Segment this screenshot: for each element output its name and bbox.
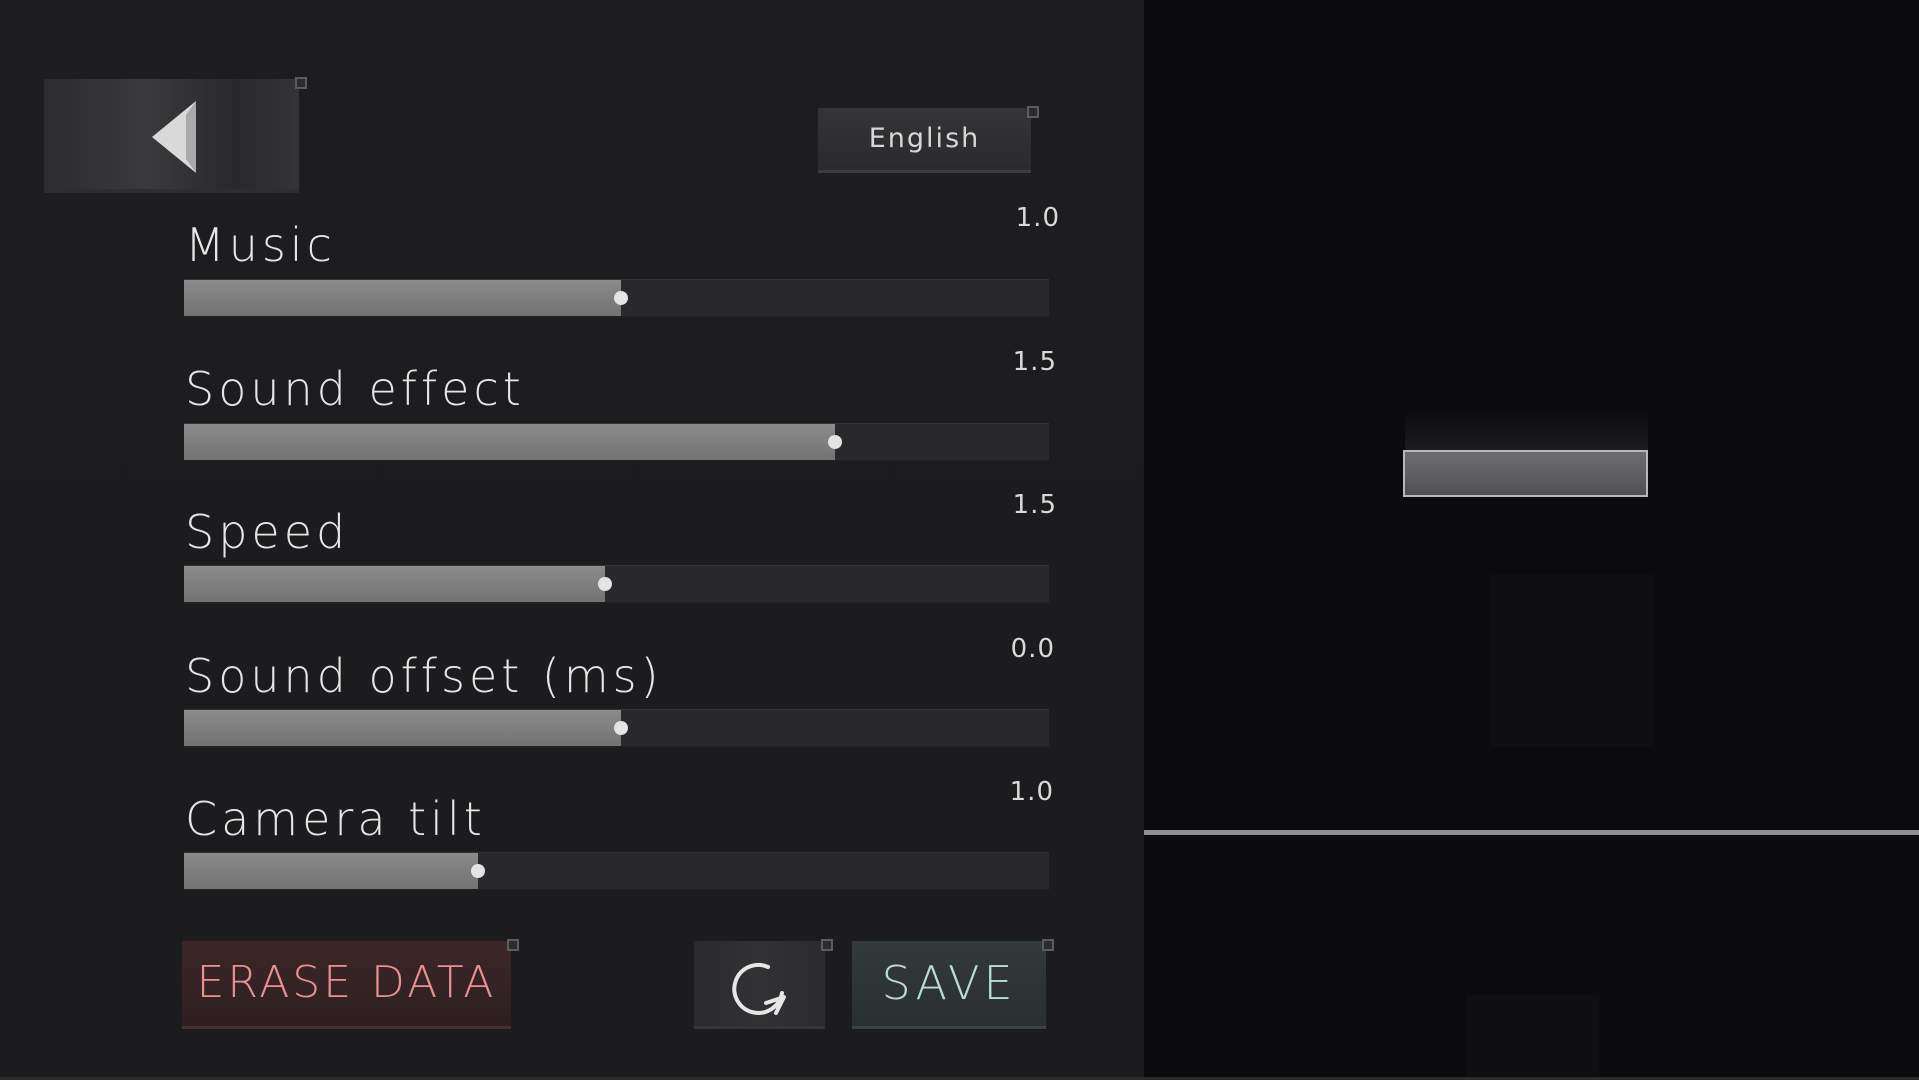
slider-fill [184,853,479,889]
language-label: English [868,123,981,154]
preview-note [1403,450,1648,497]
corner-marker [821,939,833,951]
music-slider[interactable] [184,279,1049,317]
camera-tilt-slider[interactable] [184,852,1049,890]
preview-shadow [1490,575,1654,747]
slider-knob[interactable] [828,435,843,449]
slider-fill [184,566,606,602]
slider-knob[interactable] [471,864,486,878]
sound-effect-slider[interactable] [184,423,1049,461]
sound-offset-slider[interactable] [184,709,1049,747]
reset-button[interactable] [694,939,833,1029]
sound-offset-label: Sound offset (ms) [185,649,663,703]
corner-marker [1027,106,1039,118]
sound-offset-value: 0.0 [1010,634,1055,664]
slider-fill [184,710,621,746]
camera-tilt-value: 1.0 [1009,777,1054,807]
back-button[interactable] [44,77,307,193]
erase-data-label: ERASE DATA [196,957,497,1008]
save-label: SAVE [881,956,1017,1010]
corner-marker [295,77,307,89]
slider-knob[interactable] [613,291,628,305]
slider-knob[interactable] [613,721,628,735]
settings-panel: English Music 1.0 Sound effect 1.5 Speed… [0,0,1144,1077]
reset-icon [732,963,786,1015]
game-settings-screen: English Music 1.0 Sound effect 1.5 Speed… [0,0,1919,1080]
camera-tilt-label: Camera tilt [185,792,486,846]
speed-value: 1.5 [1012,490,1057,520]
slider-fill [184,424,836,460]
erase-data-button[interactable]: ERASE DATA [182,939,519,1029]
save-button[interactable]: SAVE [852,939,1054,1029]
sound-effect-label: Sound effect [185,362,525,416]
slider-knob[interactable] [598,577,613,591]
music-value: 1.0 [1015,203,1060,233]
speed-label: Speed [185,505,350,559]
corner-marker [507,939,519,951]
gameplay-preview [1144,0,1919,1077]
slider-fill [184,280,621,316]
judgment-line [1144,830,1919,835]
preview-shadow [1466,995,1599,1077]
back-arrow-icon [152,101,196,173]
speed-slider[interactable] [184,565,1049,603]
music-label: Music [185,218,336,272]
corner-marker [1042,939,1054,951]
sound-effect-value: 1.5 [1012,347,1057,377]
note-trail [1405,410,1648,454]
language-button[interactable]: English [818,106,1039,173]
